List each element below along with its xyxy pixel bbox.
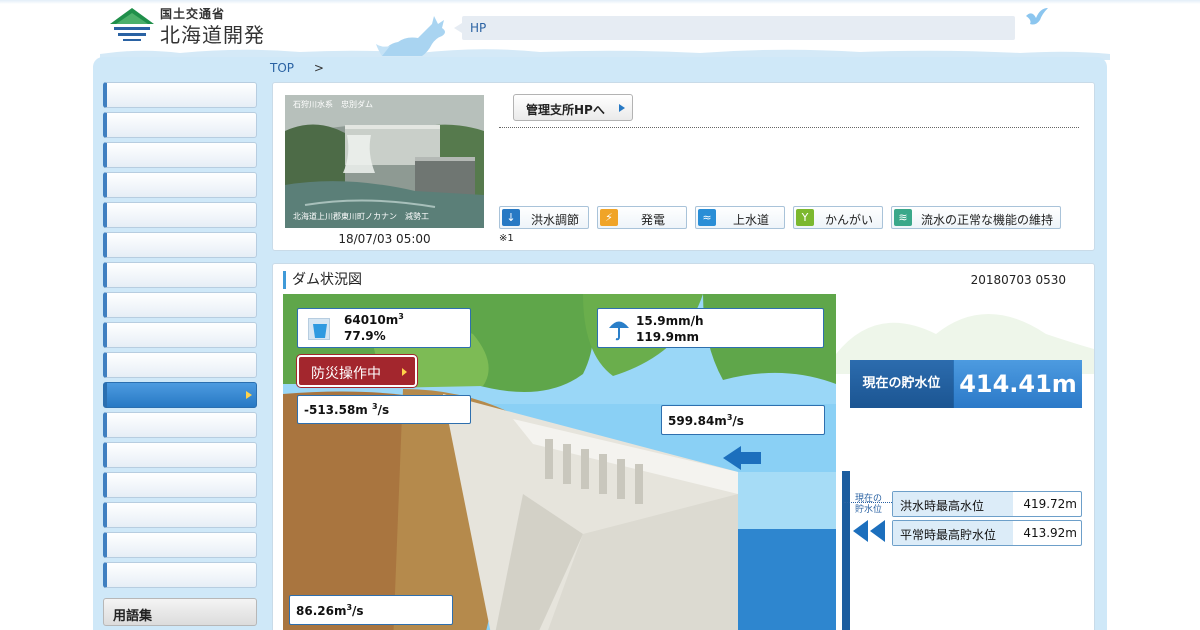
purpose-3[interactable]: ≈ 上水道 bbox=[695, 206, 785, 229]
purpose-label: 発電 bbox=[640, 213, 665, 227]
fox-icon bbox=[376, 16, 445, 56]
water-supply-icon: ≈ bbox=[698, 209, 716, 226]
storage-volume-box: 64010m3 77.9% bbox=[297, 308, 471, 348]
camera-panel: 石狩川水系 忠別ダム 北海道上川郡東川町ノカナン 減勢工 18/07/03 05… bbox=[272, 82, 1095, 251]
flood-max-level-label: 洪水時最高水位 bbox=[893, 492, 1013, 516]
sidebar-item-12[interactable] bbox=[103, 412, 257, 438]
inflow-value: 599.84m bbox=[668, 414, 727, 428]
normal-max-level-label: 平常時最高貯水位 bbox=[893, 521, 1013, 545]
sidebar-item-5[interactable] bbox=[103, 202, 257, 228]
purpose-2[interactable]: ⚡ 発電 bbox=[597, 206, 687, 229]
office-hp-button[interactable]: 管理支所HPへ bbox=[513, 94, 633, 121]
level-gauge-area bbox=[836, 294, 1094, 630]
current-level-box: 現在の貯水位 414.41m bbox=[850, 360, 1082, 408]
sidebar-item-7[interactable] bbox=[103, 262, 257, 288]
site-header: 国土交通省 北海道開発局 HP bbox=[0, 0, 1200, 76]
camera-caption: 石狩川水系 忠別ダム bbox=[293, 100, 373, 109]
normal-max-level-marker: 平常時最高貯水位 413.92m bbox=[892, 520, 1082, 546]
outflow-unit: /s bbox=[377, 403, 390, 417]
flood-control-icon: ↓ bbox=[502, 209, 520, 226]
hp-link-text[interactable]: HP bbox=[470, 21, 486, 35]
current-marker-line2: 貯水位 bbox=[855, 505, 883, 515]
outflow-box: -513.58m 3/s bbox=[297, 395, 471, 424]
storage-rate-value: 77.9% bbox=[344, 329, 386, 343]
current-marker-line1: 現在の bbox=[855, 494, 883, 504]
reservoir-icon bbox=[308, 318, 330, 340]
normal-max-level-value: 413.92m bbox=[1023, 526, 1077, 540]
footnote-mark: ※1 bbox=[499, 233, 514, 244]
breadcrumb-separator: > bbox=[313, 61, 324, 75]
hp-bar-pointer bbox=[454, 23, 462, 33]
irrigation-icon: Y bbox=[796, 209, 814, 226]
discharge-value: 86.26m bbox=[296, 604, 347, 618]
inflow-unit: /s bbox=[732, 414, 744, 428]
current-level-label: 現在の貯水位 bbox=[850, 360, 953, 408]
purpose-label: 洪水調節 bbox=[530, 213, 579, 227]
disaster-operation-button[interactable]: 防災操作中 bbox=[297, 355, 417, 387]
dam-camera-image[interactable]: 石狩川水系 忠別ダム 北海道上川郡東川町ノカナン 減勢工 bbox=[285, 95, 484, 228]
dam-photo-illustration bbox=[285, 95, 484, 228]
water-level-gauge bbox=[842, 471, 850, 630]
river-flow-icon: ≋ bbox=[894, 209, 912, 226]
sidebar-item-3[interactable] bbox=[103, 142, 257, 168]
sidebar-item-14[interactable] bbox=[103, 472, 257, 498]
site-logo[interactable]: 国土交通省 北海道開発局 bbox=[108, 4, 278, 76]
logo-mark-icon bbox=[110, 8, 154, 41]
purpose-1[interactable]: ↓ 洪水調節 bbox=[499, 206, 589, 229]
purpose-5[interactable]: ≋ 流水の正常な機能の維持 bbox=[891, 206, 1061, 229]
camera-location: 北海道上川郡東川町ノカナン 減勢工 bbox=[293, 212, 429, 221]
normal-level-arrow-icon-2 bbox=[870, 520, 885, 542]
sidebar-item-1[interactable] bbox=[103, 82, 257, 108]
breadcrumb: TOP > bbox=[270, 61, 324, 75]
inflow-box: 599.84m3/s bbox=[661, 405, 825, 435]
flood-max-level-marker: 洪水時最高水位 419.72m bbox=[892, 491, 1082, 517]
rainfall-total-value: 119.9mm bbox=[636, 330, 699, 344]
sidebar-item-17[interactable] bbox=[103, 562, 257, 588]
dotted-divider bbox=[499, 127, 1079, 128]
sidebar-item-15[interactable] bbox=[103, 502, 257, 528]
bird-icon bbox=[1026, 8, 1048, 25]
current-level-value: 414.41m bbox=[954, 360, 1082, 408]
camera-timestamp: 18/07/03 05:00 bbox=[338, 232, 431, 246]
purpose-4[interactable]: Y かんがい bbox=[793, 206, 883, 229]
sidebar-item-6[interactable] bbox=[103, 232, 257, 258]
hp-link-bar[interactable]: HP bbox=[454, 16, 1015, 40]
purpose-label: かんがい bbox=[824, 213, 873, 227]
dam-status-panel: ダム状況図 20180703 0530 64010m3 77.9% 15.9mm… bbox=[272, 263, 1095, 630]
purpose-label: 上水道 bbox=[732, 213, 769, 227]
discharge-box: 86.26m3/s bbox=[289, 595, 453, 625]
storage-volume-unit-sup: 3 bbox=[398, 312, 404, 321]
power-icon: ⚡ bbox=[600, 209, 618, 226]
normal-level-arrow-icon bbox=[853, 520, 868, 542]
sidebar-item-8[interactable] bbox=[103, 292, 257, 318]
sidebar-item-11[interactable] bbox=[103, 382, 257, 408]
sidebar-nav bbox=[103, 82, 257, 592]
glossary-button[interactable]: 用語集 bbox=[103, 598, 257, 626]
storage-volume-number: 64010m bbox=[344, 313, 399, 327]
sidebar-active-arrow-icon bbox=[246, 391, 252, 399]
rainfall-box: 15.9mm/h 119.9mm bbox=[597, 308, 824, 348]
sidebar-item-2[interactable] bbox=[103, 112, 257, 138]
sidebar-item-16[interactable] bbox=[103, 532, 257, 558]
discharge-unit: /s bbox=[352, 604, 364, 618]
flood-max-level-value: 419.72m bbox=[1023, 497, 1077, 511]
purpose-label: 流水の正常な機能の維持 bbox=[920, 213, 1053, 227]
rainfall-rate-value: 15.9mm/h bbox=[636, 314, 704, 328]
sidebar-item-13[interactable] bbox=[103, 442, 257, 468]
breadcrumb-top-link[interactable]: TOP bbox=[270, 61, 294, 75]
dam-status-datetime: 20180703 0530 bbox=[970, 273, 1066, 287]
sidebar-item-10[interactable] bbox=[103, 352, 257, 378]
sidebar-item-9[interactable] bbox=[103, 322, 257, 348]
umbrella-icon bbox=[609, 321, 629, 341]
outflow-value: -513.58m bbox=[304, 403, 368, 417]
sidebar-item-4[interactable] bbox=[103, 172, 257, 198]
storage-volume-value: 64010m3 bbox=[344, 312, 404, 327]
dam-status-title: ダム状況図 bbox=[283, 271, 362, 289]
current-level-marker-label: 現在の 貯水位 bbox=[855, 494, 882, 516]
